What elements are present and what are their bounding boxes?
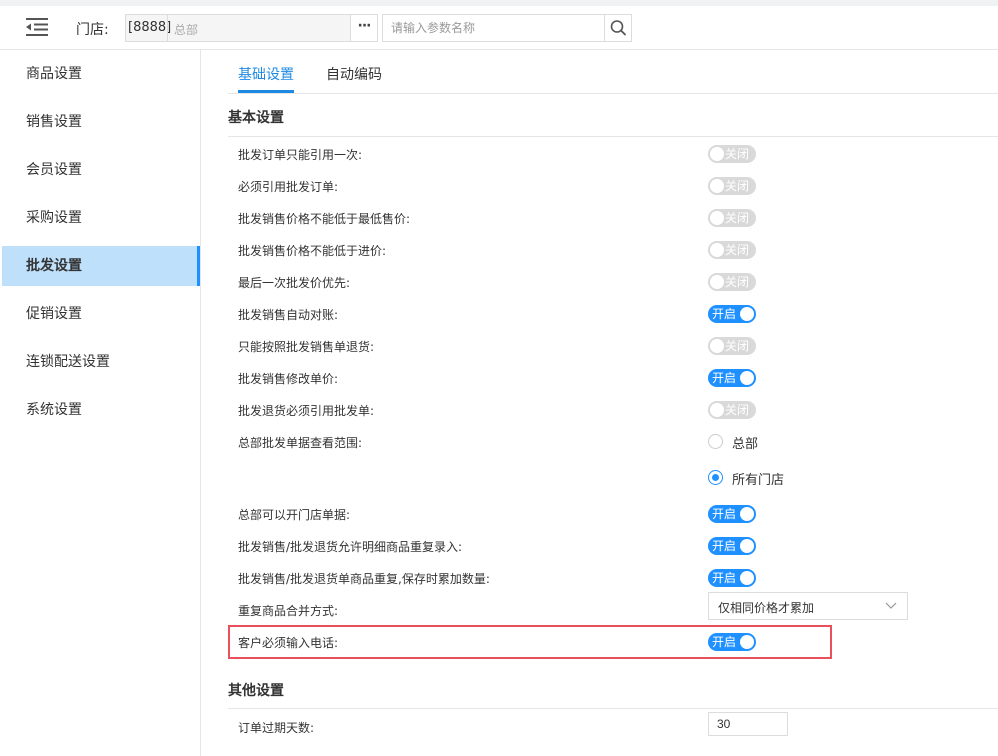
merge-mode-value: 仅相同价格才累加 bbox=[718, 601, 815, 615]
toggle-switch[interactable]: 关闭 bbox=[708, 273, 756, 291]
store-separator bbox=[167, 15, 168, 41]
store-code: [8888] bbox=[128, 20, 172, 35]
store-name: 总部 bbox=[174, 23, 199, 37]
toggle-knob bbox=[710, 211, 724, 225]
other-section-title: 其他设置 bbox=[228, 683, 284, 699]
toggle-state: 开启 bbox=[712, 507, 737, 521]
toggle-state: 关闭 bbox=[725, 339, 750, 353]
toggle-switch[interactable]: 开启 bbox=[708, 633, 756, 651]
toggle-switch[interactable]: 开启 bbox=[708, 569, 756, 587]
sidebar-item-purchase[interactable]: 采购设置 bbox=[0, 198, 200, 238]
toggle-switch[interactable]: 关闭 bbox=[708, 401, 756, 419]
toggle-state: 关闭 bbox=[725, 243, 750, 257]
expire-days-input[interactable] bbox=[708, 712, 788, 736]
toggle-knob bbox=[740, 539, 754, 553]
toggle-state: 开启 bbox=[712, 635, 737, 649]
setting-label: 批发销售价格不能低于最低售价: bbox=[238, 212, 411, 226]
scope-radio-all-stores-label[interactable]: 所有门店 bbox=[732, 469, 784, 488]
expire-days-label: 订单过期天数: bbox=[238, 721, 315, 735]
toggle-state: 开启 bbox=[712, 307, 737, 321]
toggle-knob bbox=[740, 307, 754, 321]
sidebar-item-promotion[interactable]: 促销设置 bbox=[0, 294, 200, 334]
scope-radio-hq[interactable] bbox=[708, 434, 723, 449]
toggle-switch[interactable]: 关闭 bbox=[708, 209, 756, 227]
toggle-knob bbox=[710, 179, 724, 193]
toggle-state: 关闭 bbox=[725, 275, 750, 289]
setting-label: 批发退货必须引用批发单: bbox=[238, 404, 375, 418]
active-tab-indicator bbox=[238, 90, 294, 93]
toggle-knob bbox=[710, 243, 724, 257]
settings-tabs: 基础设置 自动编码 bbox=[228, 52, 998, 94]
menu-collapse-icon[interactable] bbox=[26, 17, 50, 37]
sidebar-item-member[interactable]: 会员设置 bbox=[0, 150, 200, 190]
toggle-state: 关闭 bbox=[725, 403, 750, 417]
toggle-switch[interactable]: 开启 bbox=[708, 369, 756, 387]
setting-label: 总部可以开门店单据: bbox=[238, 508, 351, 522]
setting-label: 批发销售价格不能低于进价: bbox=[238, 244, 387, 258]
scope-label: 总部批发单据查看范围: bbox=[238, 436, 363, 450]
toggle-switch[interactable]: 关闭 bbox=[708, 145, 756, 163]
toggle-switch[interactable]: 关闭 bbox=[708, 241, 756, 259]
setting-label: 最后一次批发价优先: bbox=[238, 276, 351, 290]
setting-label: 必须引用批发订单: bbox=[238, 180, 339, 194]
toggle-state: 关闭 bbox=[725, 147, 750, 161]
tab-auto-coding[interactable]: 自动编码 bbox=[326, 64, 382, 84]
toggle-knob bbox=[710, 339, 724, 353]
sidebar-item-sales[interactable]: 销售设置 bbox=[0, 102, 200, 142]
toggle-knob bbox=[740, 371, 754, 385]
search-icon bbox=[610, 20, 626, 36]
toggle-switch[interactable]: 开启 bbox=[708, 537, 756, 555]
store-selector[interactable]: [8888] 总部 bbox=[125, 14, 351, 42]
toggle-state: 开启 bbox=[712, 539, 737, 553]
tab-basic-settings[interactable]: 基础设置 bbox=[238, 64, 294, 84]
setting-label: 批发销售/批发退货允许明细商品重复录入: bbox=[238, 540, 463, 554]
chevron-down-icon bbox=[885, 602, 897, 609]
basic-section-title: 基本设置 bbox=[228, 110, 284, 126]
sidebar-item-chain-delivery[interactable]: 连锁配送设置 bbox=[0, 342, 200, 382]
sidebar-item-goods[interactable]: 商品设置 bbox=[0, 54, 200, 94]
toggle-switch[interactable]: 开启 bbox=[708, 305, 756, 323]
store-more-button[interactable]: ··· bbox=[350, 14, 378, 42]
section-divider bbox=[228, 708, 998, 709]
store-label: 门店: bbox=[76, 22, 109, 38]
toggle-switch[interactable]: 关闭 bbox=[708, 337, 756, 355]
sidebar: 商品设置 销售设置 会员设置 采购设置 批发设置 促销设置 连锁配送设置 系统设… bbox=[0, 50, 201, 756]
section-divider bbox=[228, 136, 998, 137]
toggle-state: 关闭 bbox=[725, 211, 750, 225]
sidebar-item-system[interactable]: 系统设置 bbox=[0, 390, 200, 430]
search-button[interactable] bbox=[604, 14, 632, 42]
setting-label: 客户必须输入电话: bbox=[238, 636, 339, 650]
sidebar-item-wholesale[interactable]: 批发设置 bbox=[2, 246, 200, 286]
toggle-state: 开启 bbox=[712, 571, 737, 585]
toggle-switch[interactable]: 关闭 bbox=[708, 177, 756, 195]
toggle-knob bbox=[710, 403, 724, 417]
toggle-knob bbox=[740, 571, 754, 585]
setting-label: 批发订单只能引用一次: bbox=[238, 148, 363, 162]
merge-mode-select[interactable]: 仅相同价格才累加 bbox=[708, 592, 908, 620]
param-search-input[interactable] bbox=[382, 14, 604, 42]
toggle-state: 开启 bbox=[712, 371, 737, 385]
toggle-knob bbox=[740, 635, 754, 649]
setting-label: 批发销售/批发退货单商品重复,保存时累加数量: bbox=[238, 572, 490, 586]
setting-label: 批发销售自动对账: bbox=[238, 308, 339, 322]
toggle-knob bbox=[710, 275, 724, 289]
toggle-knob bbox=[740, 507, 754, 521]
setting-label: 批发销售修改单价: bbox=[238, 372, 339, 386]
scope-radio-all-stores[interactable] bbox=[708, 470, 723, 485]
top-header: 门店: [8888] 总部 ··· bbox=[0, 6, 998, 50]
toggle-knob bbox=[710, 147, 724, 161]
setting-label: 只能按照批发销售单退货: bbox=[238, 340, 375, 354]
toggle-state: 关闭 bbox=[725, 179, 750, 193]
scope-radio-hq-label[interactable]: 总部 bbox=[732, 433, 758, 452]
merge-mode-label: 重复商品合并方式: bbox=[238, 604, 339, 618]
toggle-switch[interactable]: 开启 bbox=[708, 505, 756, 523]
